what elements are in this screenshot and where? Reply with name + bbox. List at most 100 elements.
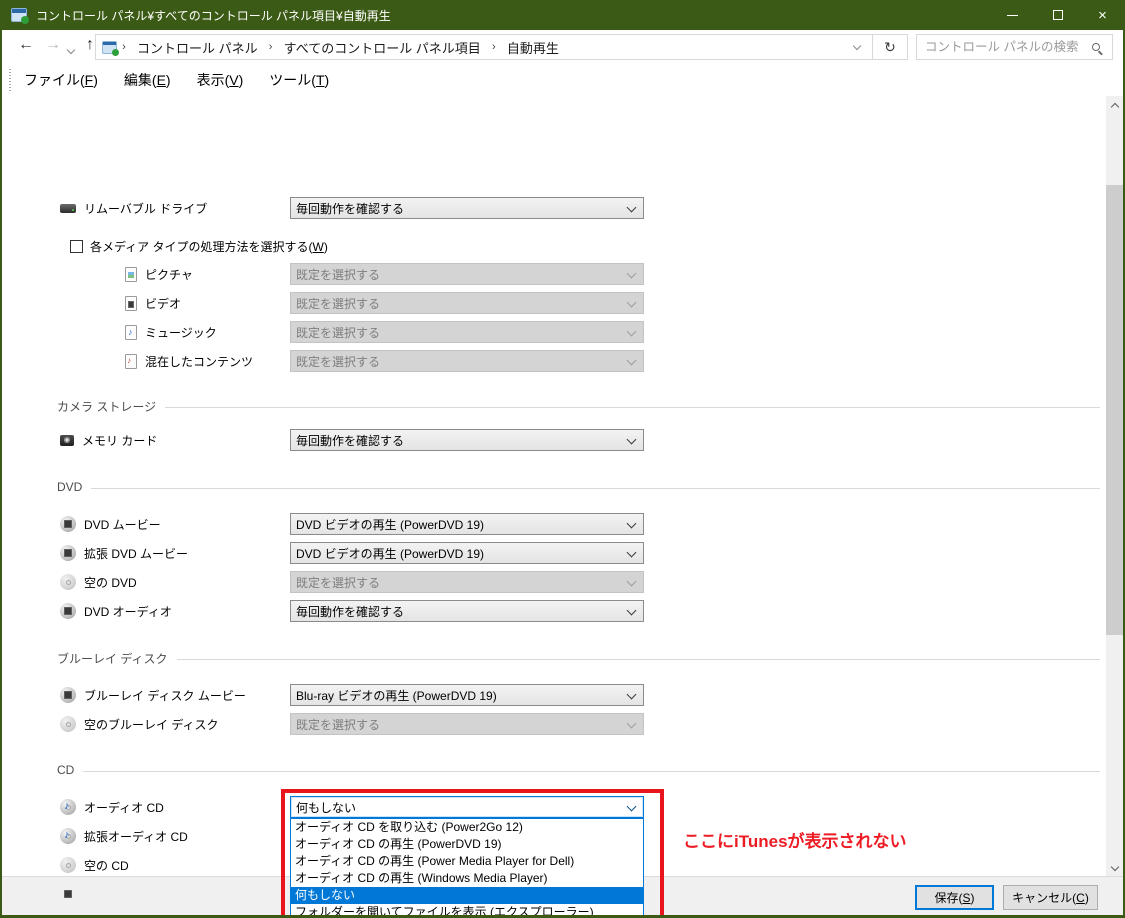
dropdown-option[interactable]: オーディオ CD の再生 (PowerDVD 19) xyxy=(291,836,643,853)
combo-value: Blu-ray ビデオの再生 (PowerDVD 19) xyxy=(296,688,497,703)
breadcrumb-separator-icon: › xyxy=(268,41,273,53)
pictures-label: ピクチャ xyxy=(145,267,193,282)
videos-label: ビデオ xyxy=(145,296,182,311)
search-icon[interactable] xyxy=(1092,43,1100,51)
close-icon: × xyxy=(1098,6,1107,24)
address-bar[interactable]: › コントロール パネル › すべてのコントロール パネル項目 › 自動再生 xyxy=(95,34,873,60)
audio-cd-select[interactable]: 何もしない xyxy=(290,796,644,818)
chevron-down-icon xyxy=(627,691,636,700)
chevron-down-icon xyxy=(627,357,636,366)
minimize-icon xyxy=(1007,14,1018,16)
music-select: 既定を選択する xyxy=(290,321,644,343)
removable-drive-select[interactable]: 毎回動作を確認する xyxy=(290,197,644,219)
combo-value: 既定を選択する xyxy=(296,717,381,732)
menu-edit[interactable]: 編集(E) xyxy=(111,65,184,95)
section-title: カメラ ストレージ xyxy=(57,400,157,414)
blank-dvd-label: 空の DVD xyxy=(84,575,137,590)
audio-cd-label: オーディオ CD xyxy=(84,800,164,815)
breadcrumb-separator-icon: › xyxy=(491,41,496,53)
memory-card-select[interactable]: 毎回動作を確認する xyxy=(290,429,644,451)
autoplay-settings-panel: リムーバブル ドライブ 毎回動作を確認する 各メディア タイプの処理方法を選択す… xyxy=(2,96,1104,915)
enhanced-dvd-movie-select[interactable]: DVD ビデオの再生 (PowerDVD 19) xyxy=(290,542,644,564)
up-button[interactable]: ↑ xyxy=(86,36,94,54)
bluray-movie-select[interactable]: Blu-ray ビデオの再生 (PowerDVD 19) xyxy=(290,684,644,706)
row-enhanced-dvd-movie: 拡張 DVD ムービー xyxy=(60,542,188,564)
music-icon xyxy=(125,324,137,340)
chevron-down-icon xyxy=(1111,864,1119,872)
section-bluray: ブルーレイ ディスク xyxy=(57,650,1100,667)
chevron-down-icon xyxy=(627,549,636,558)
menu-file[interactable]: ファイル(F) xyxy=(11,65,111,95)
breadcrumb-separator-icon: › xyxy=(122,41,126,53)
dropdown-option[interactable]: フォルダーを開いてファイルを表示 (エクスプローラー) xyxy=(291,904,643,915)
dropdown-option-selected[interactable]: 何もしない xyxy=(291,887,643,904)
refresh-button[interactable]: ↻ xyxy=(873,34,908,60)
autoplay-window: コントロール パネル¥すべてのコントロール パネル項目¥自動再生 × ← → ↑… xyxy=(0,0,1125,918)
blank-bluray-label: 空のブルーレイ ディスク xyxy=(84,717,219,732)
mixed-content-icon xyxy=(125,353,137,369)
chevron-down-icon xyxy=(627,328,636,337)
blank-cd-icon xyxy=(60,857,76,873)
vertical-scrollbar[interactable] xyxy=(1106,96,1123,876)
removable-drive-icon xyxy=(60,203,76,213)
search-input[interactable] xyxy=(917,40,1092,54)
chevron-down-icon xyxy=(627,607,636,616)
dvd-audio-icon xyxy=(60,603,76,619)
menu-bar: ファイル(F) 編集(E) 表示(V) ツール(T) xyxy=(2,64,1123,96)
combo-value: 毎回動作を確認する xyxy=(296,433,405,448)
enhanced-dvd-movie-icon xyxy=(60,545,76,561)
breadcrumb-all-items[interactable]: すべてのコントロール パネル項目 xyxy=(278,38,487,57)
row-choose-media-types: 各メディア タイプの処理方法を選択する(W) xyxy=(70,235,328,257)
dropdown-option[interactable]: オーディオ CD を取り込む (Power2Go 12) xyxy=(291,819,643,836)
forward-button[interactable]: → xyxy=(45,36,61,54)
refresh-icon: ↻ xyxy=(884,38,896,55)
save-button[interactable]: 保存(S) xyxy=(915,885,994,910)
combo-value: 既定を選択する xyxy=(296,575,381,590)
chevron-down-icon xyxy=(627,436,636,445)
menu-view[interactable]: 表示(V) xyxy=(184,65,257,95)
enhanced-audio-cd-icon xyxy=(60,828,76,844)
combo-value: DVD ビデオの再生 (PowerDVD 19) xyxy=(296,517,485,532)
mixed-content-select: 既定を選択する xyxy=(290,350,644,372)
memory-card-icon xyxy=(60,434,74,446)
section-divider xyxy=(91,487,1100,489)
enhanced-audio-cd-label: 拡張オーディオ CD xyxy=(84,829,188,844)
choose-media-checkbox[interactable] xyxy=(70,239,83,253)
address-control-panel-icon xyxy=(102,40,119,56)
address-dropdown-icon[interactable] xyxy=(854,43,862,51)
blank-dvd-select: 既定を選択する xyxy=(290,571,644,593)
dropdown-option[interactable]: オーディオ CD の再生 (Power Media Player for Del… xyxy=(291,853,643,870)
dvd-audio-select[interactable]: 毎回動作を確認する xyxy=(290,600,644,622)
dropdown-option[interactable]: オーディオ CD の再生 (Windows Media Player) xyxy=(291,870,643,887)
chevron-down-icon xyxy=(627,803,636,812)
removable-drive-label: リムーバブル ドライブ xyxy=(84,201,208,216)
maximize-button[interactable] xyxy=(1035,0,1080,30)
mixed-content-label: 混在したコンテンツ xyxy=(145,354,254,369)
breadcrumb-autoplay[interactable]: 自動再生 xyxy=(501,38,565,57)
dvd-movie-select[interactable]: DVD ビデオの再生 (PowerDVD 19) xyxy=(290,513,644,535)
section-title: CD xyxy=(57,763,75,777)
scroll-up-button[interactable] xyxy=(1106,96,1123,113)
back-button[interactable]: ← xyxy=(18,36,34,54)
chevron-down-icon xyxy=(627,270,636,279)
minimize-button[interactable] xyxy=(990,0,1035,30)
dvd-audio-label: DVD オーディオ xyxy=(84,604,172,619)
control-panel-icon xyxy=(11,8,29,24)
row-mixed-content: 混在したコンテンツ xyxy=(125,350,253,372)
blank-cd-label: 空の CD xyxy=(84,858,129,873)
breadcrumb-control-panel[interactable]: コントロール パネル xyxy=(131,38,264,57)
bluray-movie-icon xyxy=(60,687,76,703)
row-dvd-movie: DVD ムービー xyxy=(60,513,161,535)
section-divider xyxy=(176,659,1100,660)
chevron-down-icon xyxy=(627,578,636,587)
window-title: コントロール パネル¥すべてのコントロール パネル項目¥自動再生 xyxy=(36,8,391,23)
close-button[interactable]: × xyxy=(1080,0,1123,30)
scroll-down-button[interactable] xyxy=(1106,859,1123,876)
history-chevron-icon[interactable] xyxy=(68,47,74,53)
cancel-button[interactable]: キャンセル(C) xyxy=(1003,885,1098,910)
section-divider xyxy=(165,407,1100,408)
scrollbar-thumb[interactable] xyxy=(1106,185,1123,635)
row-removable-drive: リムーバブル ドライブ xyxy=(60,197,207,219)
menu-tools[interactable]: ツール(T) xyxy=(256,65,342,95)
chevron-down-icon xyxy=(627,720,636,729)
